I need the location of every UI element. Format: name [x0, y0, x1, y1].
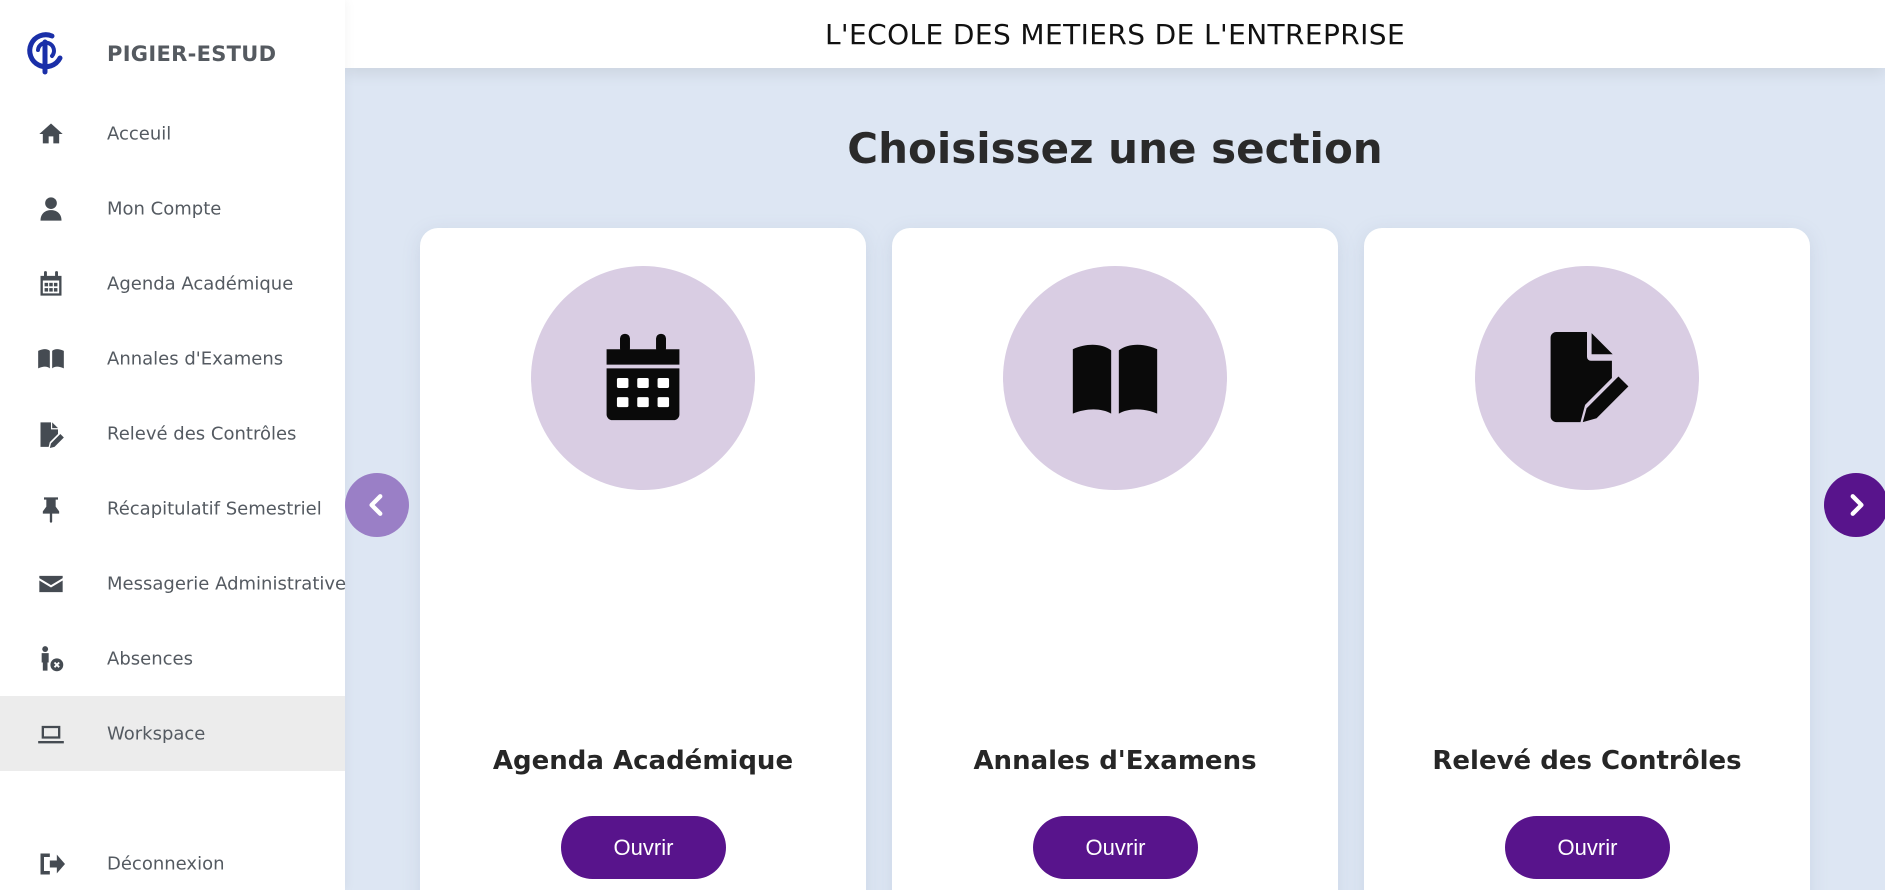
sidebar-nav: Acceuil Mon Compte Agenda Académique Ann… [0, 96, 347, 771]
chevron-right-icon [1850, 494, 1864, 516]
card-title: Annales d'Examens [973, 746, 1257, 776]
envelope-icon [36, 570, 66, 598]
section-card-releve: Relevé des Contrôles Ouvrir [1364, 228, 1810, 890]
page-title: Choisissez une section [847, 124, 1383, 173]
card-icon-circle [1475, 266, 1699, 490]
sidebar-item-mon-compte[interactable]: Mon Compte [0, 171, 345, 246]
thumbtack-icon [36, 495, 66, 523]
carousel-prev-button[interactable] [345, 473, 409, 537]
sidebar-item-acceuil[interactable]: Acceuil [0, 96, 345, 171]
sidebar: PIGIER-ESTUD Acceuil Mon Compte Agenda A… [0, 0, 347, 890]
sidebar-item-agenda[interactable]: Agenda Académique [0, 246, 345, 321]
main-content: Choisissez une section Agenda Académique… [345, 68, 1885, 890]
brand[interactable]: PIGIER-ESTUD [0, 22, 345, 88]
sidebar-item-label: Mon Compte [107, 198, 222, 219]
book-open-icon [1072, 344, 1158, 414]
user-icon [36, 195, 66, 223]
header-title: L'ECOLE DES METIERS DE L'ENTREPRISE [824, 17, 1406, 51]
pigier-logo-icon [27, 32, 63, 75]
logout-label: Déconnexion [107, 853, 225, 874]
carousel-next-button[interactable] [1824, 473, 1885, 537]
sidebar-item-label: Acceuil [107, 123, 172, 144]
calendar-icon [606, 333, 680, 421]
sidebar-item-releve[interactable]: Relevé des Contrôles [0, 396, 345, 471]
sidebar-item-label: Relevé des Contrôles [107, 423, 297, 444]
sidebar-item-label: Agenda Académique [107, 273, 294, 294]
section-card-agenda: Agenda Académique Ouvrir [420, 228, 866, 890]
file-edit-icon [1550, 332, 1629, 423]
sidebar-item-label: Annales d'Examens [107, 348, 284, 369]
open-annales-button[interactable]: Ouvrir [1033, 816, 1198, 879]
logout-button[interactable]: Déconnexion [0, 826, 345, 890]
brand-name: PIGIER-ESTUD [107, 42, 277, 66]
logout-icon [36, 850, 66, 878]
open-releve-button[interactable]: Ouvrir [1505, 816, 1670, 879]
sidebar-item-workspace[interactable]: Workspace [0, 696, 345, 771]
card-title: Agenda Académique [492, 746, 794, 776]
card-icon-circle [1003, 266, 1227, 490]
home-icon [36, 120, 66, 148]
open-agenda-button[interactable]: Ouvrir [561, 816, 726, 879]
top-header: L'ECOLE DES METIERS DE L'ENTREPRISE [345, 0, 1885, 68]
sidebar-item-annales[interactable]: Annales d'Examens [0, 321, 345, 396]
calendar-icon [36, 270, 66, 298]
sidebar-item-messagerie[interactable]: Messagerie Administrative [0, 546, 347, 621]
person-x-icon [36, 645, 66, 673]
sidebar-item-absences[interactable]: Absences [0, 621, 345, 696]
card-title: Relevé des Contrôles [1432, 746, 1742, 776]
sidebar-item-label: Workspace [107, 723, 206, 744]
laptop-icon [36, 720, 66, 748]
section-card-annales: Annales d'Examens Ouvrir [892, 228, 1338, 890]
sidebar-item-label: Absences [107, 648, 193, 669]
sidebar-item-label: Messagerie Administrative [107, 573, 347, 594]
sidebar-item-recapitulatif[interactable]: Récapitulatif Semestriel [0, 471, 345, 546]
book-open-icon [36, 345, 66, 373]
app-root: PIGIER-ESTUD Acceuil Mon Compte Agenda A… [0, 0, 1885, 890]
file-edit-icon [36, 420, 66, 448]
sidebar-item-label: Récapitulatif Semestriel [107, 498, 322, 519]
card-icon-circle [531, 266, 755, 490]
chevron-left-icon [369, 494, 383, 516]
